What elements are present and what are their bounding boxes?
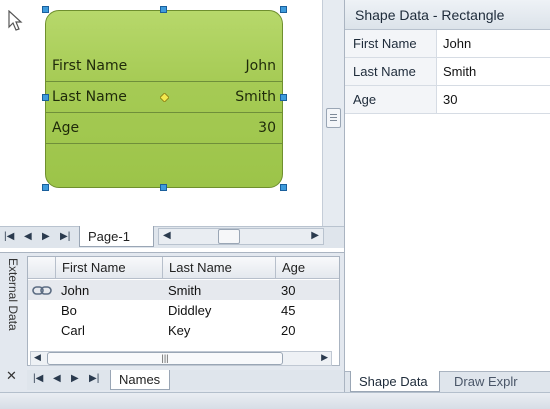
shape-label: Age bbox=[52, 120, 80, 136]
last-sheet-icon[interactable]: ▶| bbox=[89, 373, 99, 384]
field-value[interactable]: 30 bbox=[443, 92, 457, 107]
status-bar bbox=[0, 392, 550, 409]
tab-shape-data[interactable]: Shape Data bbox=[350, 371, 440, 392]
scroll-right-icon[interactable]: ▶ bbox=[321, 352, 328, 363]
cell-last-name: Smith bbox=[168, 283, 202, 298]
grid-horizontal-scroll-thumb[interactable]: ||| bbox=[47, 352, 283, 365]
shape-row-first-name: First Name John bbox=[50, 54, 278, 80]
horizontal-scroll-thumb[interactable] bbox=[218, 229, 240, 244]
shape-data-row[interactable]: First Name John bbox=[345, 30, 550, 58]
shape-divider bbox=[46, 143, 282, 144]
resize-handle[interactable] bbox=[160, 6, 167, 13]
vertical-scroll-thumb[interactable] bbox=[326, 108, 341, 128]
previous-sheet-icon[interactable]: ◀ bbox=[53, 373, 61, 384]
shape-value: John bbox=[245, 58, 276, 74]
field-key: First Name bbox=[345, 30, 437, 57]
table-row[interactable]: Bo Diddley 45 bbox=[28, 300, 339, 320]
previous-page-icon[interactable]: ◀ bbox=[24, 231, 32, 242]
row-header-corner bbox=[28, 257, 56, 279]
first-sheet-icon[interactable]: |◀ bbox=[33, 373, 43, 384]
shape-label: First Name bbox=[52, 58, 128, 74]
tab-names[interactable]: Names bbox=[110, 370, 170, 390]
next-sheet-icon[interactable]: ▶ bbox=[71, 373, 79, 384]
shape-value: Smith bbox=[235, 89, 276, 105]
cell-last-name: Diddley bbox=[168, 303, 212, 318]
table-row[interactable]: Carl Key 20 bbox=[28, 320, 339, 340]
first-page-icon[interactable]: |◀ bbox=[4, 231, 14, 242]
resize-handle[interactable] bbox=[42, 94, 49, 101]
shape-value: 30 bbox=[258, 120, 276, 136]
next-page-icon[interactable]: ▶ bbox=[42, 231, 50, 242]
control-handle-icon[interactable] bbox=[160, 93, 169, 102]
resize-handle[interactable] bbox=[280, 94, 287, 101]
close-icon[interactable]: ✕ bbox=[6, 368, 17, 384]
cell-age: 45 bbox=[281, 303, 296, 318]
column-header-last-name[interactable]: Last Name bbox=[163, 257, 276, 279]
column-header-first-name[interactable]: First Name bbox=[56, 257, 163, 279]
shape-data-row[interactable]: Age 30 bbox=[345, 86, 550, 114]
table-row[interactable]: John Smith 30 bbox=[28, 280, 339, 300]
cell-first-name: Bo bbox=[61, 303, 77, 318]
cell-age: 30 bbox=[281, 283, 296, 298]
field-value[interactable]: Smith bbox=[443, 64, 476, 79]
shape-row-age: Age 30 bbox=[50, 116, 278, 142]
sheet-navigation-bar: |◀ ◀ ▶ ▶| bbox=[27, 370, 344, 390]
field-key: Last Name bbox=[345, 58, 437, 85]
scroll-left-icon[interactable]: ◀ bbox=[163, 230, 171, 241]
horizontal-scrollbar[interactable]: ◀ ▶ bbox=[158, 228, 324, 245]
shape-divider bbox=[46, 112, 282, 113]
cell-first-name: Carl bbox=[61, 323, 85, 338]
cell-last-name: Key bbox=[168, 323, 191, 338]
arrow-cursor-icon bbox=[8, 10, 23, 31]
resize-handle[interactable] bbox=[42, 6, 49, 13]
resize-handle[interactable] bbox=[160, 184, 167, 191]
field-key: Age bbox=[345, 86, 437, 113]
resize-handle[interactable] bbox=[280, 6, 287, 13]
external-data-grid[interactable]: First Name Last Name Age John Smith 30 B… bbox=[27, 256, 340, 366]
shape-data-row[interactable]: Last Name Smith bbox=[345, 58, 550, 86]
cell-age: 20 bbox=[281, 323, 296, 338]
link-icon bbox=[32, 286, 52, 295]
cell-first-name: John bbox=[61, 283, 90, 298]
field-value[interactable]: John bbox=[443, 36, 471, 51]
last-page-icon[interactable]: ▶| bbox=[60, 231, 70, 242]
scroll-left-icon[interactable]: ◀ bbox=[34, 352, 41, 363]
external-data-title: External Data bbox=[6, 258, 20, 331]
tab-page-1[interactable]: Page-1 bbox=[79, 226, 154, 247]
panel-title: Shape Data - Rectangle bbox=[345, 0, 550, 30]
column-header-age[interactable]: Age bbox=[276, 257, 339, 279]
shape-label: Last Name bbox=[52, 89, 127, 105]
shape-divider bbox=[46, 81, 282, 82]
scroll-right-icon[interactable]: ▶ bbox=[311, 230, 319, 241]
resize-handle[interactable] bbox=[42, 184, 49, 191]
resize-handle[interactable] bbox=[280, 184, 287, 191]
page-tab-label: Page-1 bbox=[88, 229, 130, 244]
tab-draw-explorer[interactable]: Draw Explr bbox=[446, 371, 546, 392]
